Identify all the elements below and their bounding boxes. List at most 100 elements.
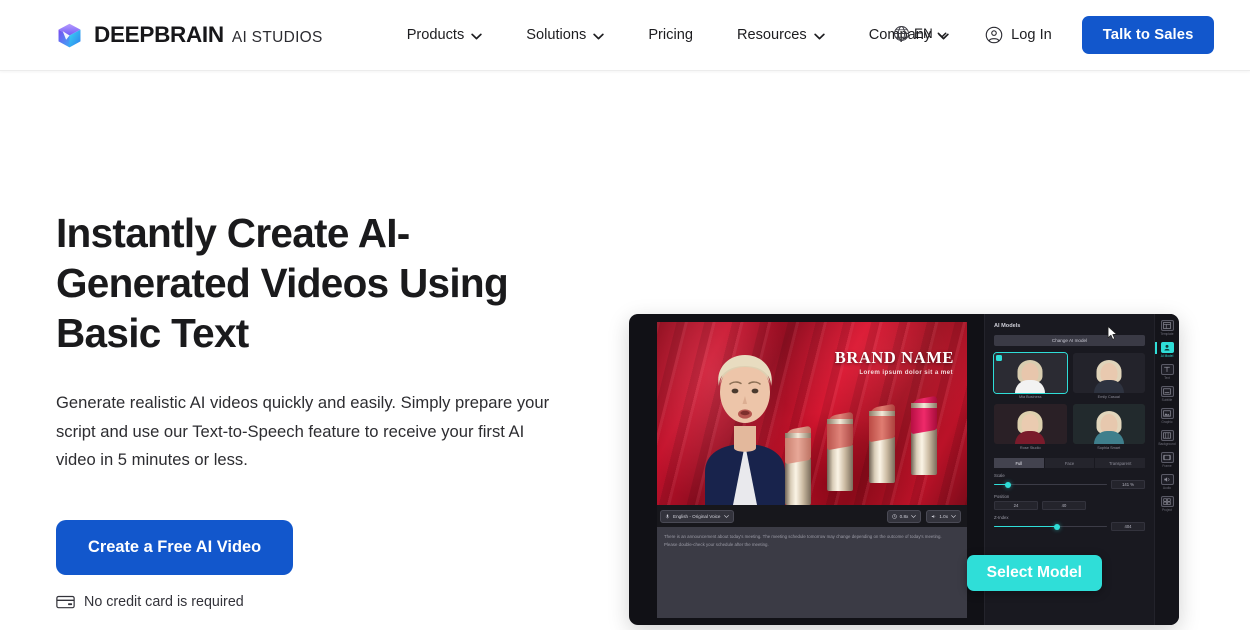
volume-icon (932, 514, 936, 518)
create-free-ai-video-button[interactable]: Create a Free AI Video (56, 519, 294, 575)
selected-check-icon (996, 355, 1002, 361)
nav-label: Solutions (526, 27, 587, 43)
model-thumbnail[interactable] (993, 352, 1068, 394)
avatar-icon (1160, 342, 1174, 353)
video-canvas[interactable]: BRAND NAME Lorem ipsum dolor sit a met (657, 322, 967, 505)
model-face (994, 353, 1067, 393)
speed-pill[interactable]: 0.8x (886, 509, 922, 523)
login-button[interactable]: Log In (971, 18, 1066, 52)
volume-pill[interactable]: 1.0x (926, 509, 961, 523)
chevron-down-icon (951, 514, 956, 518)
nav-item-products[interactable]: Products (385, 19, 505, 51)
app-preview: BRAND NAME Lorem ipsum dolor sit a met E… (629, 314, 1179, 625)
rail-item-frame[interactable]: Frame (1155, 452, 1179, 468)
lipstick-product-image (781, 395, 963, 505)
nav-label: Resources (736, 27, 807, 43)
frame-icon (1160, 452, 1174, 463)
rail-label: Frame (1162, 464, 1172, 468)
script-editor[interactable]: There is an announcement about today's m… (657, 527, 1102, 618)
change-ai-model-button[interactable]: Change AI model (994, 335, 1145, 346)
model-face (1072, 404, 1145, 444)
user-circle-icon (985, 26, 1003, 44)
chevron-down-icon (911, 514, 917, 518)
model-card[interactable]: Sophia Smart (1072, 404, 1145, 450)
editor-stage-column: BRAND NAME Lorem ipsum dolor sit a met E… (629, 314, 1102, 625)
no-credit-card-label: No credit card is required (84, 593, 244, 610)
nav-item-pricing[interactable]: Pricing (626, 19, 715, 51)
model-thumbnail[interactable] (994, 404, 1067, 444)
hero-content: Instantly Create AI-Generated Videos Usi… (56, 71, 609, 610)
chevron-down-icon (813, 33, 825, 39)
rail-item-background[interactable]: Background (1155, 430, 1179, 446)
rail-item-graphic[interactable]: Graphic (1155, 408, 1179, 424)
rail-label: Template (1160, 332, 1174, 336)
text-icon (1160, 364, 1174, 375)
header-actions: Log In Talk to Sales (971, 16, 1215, 54)
rail-item-subtitle[interactable]: Subtitle (1155, 386, 1179, 402)
scale-slider[interactable] (994, 481, 1107, 489)
nav-label: Pricing (648, 27, 693, 43)
talk-to-sales-button[interactable]: Talk to Sales (1081, 16, 1215, 54)
position-y-value[interactable]: 40 (1042, 501, 1086, 510)
canvas-toolbar: English - Original Voice 0.8x 1.0x (657, 505, 967, 527)
model-card[interactable]: Mia Business (993, 352, 1068, 399)
scale-control: 141 % (994, 480, 1145, 489)
position-x-value[interactable]: 24 (994, 501, 1038, 510)
model-card[interactable]: Emily Casual (1072, 353, 1145, 399)
model-thumbnail[interactable] (1072, 404, 1145, 444)
tab-transparent[interactable]: Transparent (1095, 458, 1146, 468)
layout-tabs: Full Face Transparent (994, 458, 1146, 468)
model-card[interactable]: Rose Studio (994, 404, 1067, 450)
template-icon (1160, 320, 1174, 331)
chevron-down-icon (937, 31, 947, 38)
select-model-button[interactable]: Select Model (966, 555, 1102, 591)
script-placeholder-text: There is an announcement about today's m… (664, 534, 942, 547)
canvas-brand-title: BRAND NAME (834, 348, 954, 367)
cube-logo-icon (58, 23, 81, 47)
z-index-control: 404 (994, 522, 1145, 531)
tab-full[interactable]: Full (994, 458, 1044, 468)
chevron-down-icon (471, 33, 482, 39)
page-title: Instantly Create AI-Generated Videos Usi… (56, 210, 509, 356)
hero-section: Instantly Create AI-Generated Videos Usi… (0, 71, 1250, 630)
z-index-slider[interactable] (994, 523, 1107, 531)
no-credit-card-note: No credit card is required (56, 594, 609, 610)
image-icon (1160, 408, 1174, 419)
main-navigation: Products Solutions Pricing Resources Com… (385, 19, 971, 51)
model-thumbnail[interactable] (1072, 353, 1145, 393)
rail-label: Graphic (1161, 420, 1173, 424)
model-name: Emily Casual (1097, 395, 1120, 399)
panel-title: AI Models (994, 323, 1021, 329)
z-index-value[interactable]: 404 (1111, 522, 1145, 531)
language-selector[interactable]: EN (893, 25, 947, 42)
model-grid: Mia Business Emily Casual Rose Studio So… (993, 352, 1145, 450)
model-name: Rose Studio (1019, 446, 1041, 450)
nav-item-solutions[interactable]: Solutions (504, 19, 626, 51)
mic-icon (665, 514, 670, 518)
project-icon (1160, 496, 1174, 507)
rail-item-template[interactable]: Template (1155, 320, 1179, 336)
brand-name: DEEPBRAIN (94, 22, 224, 47)
editor-tool-rail: Template AI Model Text Subtitle Graphic … (1154, 314, 1179, 625)
brand-product: AI STUDIOS (231, 29, 323, 46)
nav-label: Products (406, 27, 465, 43)
tab-face[interactable]: Face (1044, 458, 1095, 468)
chevron-down-icon (723, 514, 729, 518)
rail-item-text[interactable]: Text (1155, 364, 1179, 380)
nav-item-resources[interactable]: Resources (715, 19, 847, 51)
credit-card-icon (56, 595, 75, 608)
rail-label: Background (1158, 442, 1176, 446)
scale-label: Scale (994, 473, 1005, 478)
globe-icon (894, 26, 909, 41)
rail-item-project[interactable]: Project (1155, 496, 1179, 512)
rail-label: Text (1164, 376, 1170, 380)
model-name: Mia Business (1018, 395, 1042, 399)
scale-value[interactable]: 141 % (1111, 480, 1145, 489)
brand-logo[interactable]: DEEPBRAIN AI STUDIOS (56, 22, 323, 49)
rail-item-ai-model[interactable]: AI Model (1155, 342, 1179, 358)
model-name: Sophia Smart (1097, 446, 1121, 450)
rail-item-audio[interactable]: Audio (1155, 474, 1179, 490)
canvas-brand-subtitle: Lorem ipsum dolor sit a met (859, 369, 953, 376)
voice-selector-pill[interactable]: English - Original Voice (660, 509, 734, 523)
hero-preview: BRAND NAME Lorem ipsum dolor sit a met E… (629, 71, 1179, 625)
